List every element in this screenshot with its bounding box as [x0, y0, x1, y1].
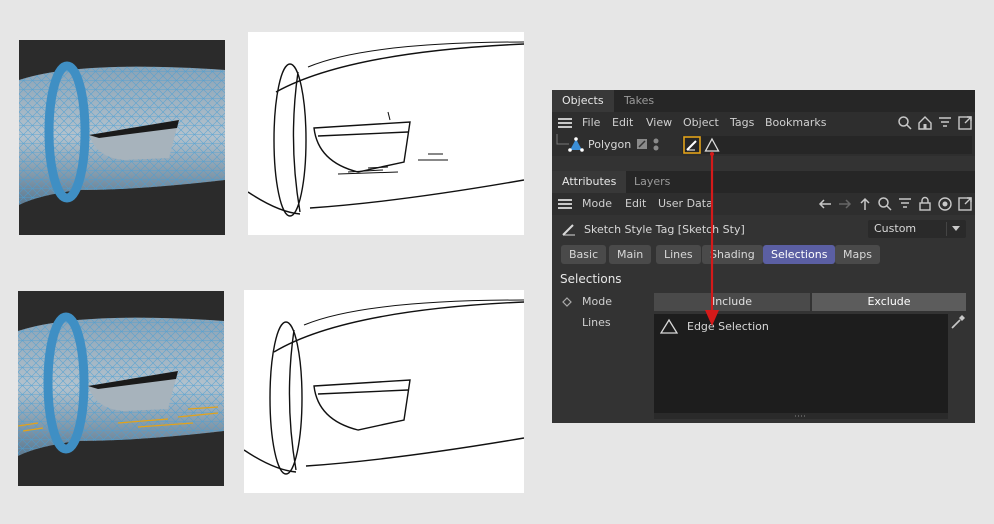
- hamburger-icon[interactable]: [558, 199, 572, 209]
- search-icon[interactable]: [897, 115, 913, 131]
- polygon-object-icon: [568, 137, 584, 152]
- tab-layers[interactable]: Layers: [624, 171, 680, 193]
- menu-object[interactable]: Object: [683, 112, 719, 134]
- menu-view[interactable]: View: [646, 112, 672, 134]
- editor-visibility-icon[interactable]: [636, 138, 648, 150]
- grip-dots-icon: [795, 415, 807, 417]
- sketch-style-tag-icon: [562, 224, 575, 236]
- objects-menu-bar: File Edit View Object Tags Bookmarks: [552, 112, 975, 134]
- tab-lines[interactable]: Lines: [656, 245, 701, 264]
- mode-label: Mode: [582, 295, 612, 308]
- filter-icon[interactable]: [897, 196, 913, 212]
- tab-main[interactable]: Main: [609, 245, 652, 264]
- new-window-icon[interactable]: [957, 196, 973, 212]
- annotation-arrow-icon: [705, 152, 719, 326]
- viewport-render-bottom: [18, 291, 224, 486]
- tab-basic[interactable]: Basic: [561, 245, 607, 264]
- home-icon[interactable]: [917, 115, 933, 131]
- tab-objects[interactable]: Objects: [552, 90, 614, 112]
- new-window-icon[interactable]: [957, 115, 973, 131]
- list-item-label: Edge Selection: [687, 320, 769, 333]
- sketch-render-top: [248, 32, 524, 235]
- tab-attributes[interactable]: Attributes: [552, 171, 627, 193]
- target-icon[interactable]: [937, 196, 953, 212]
- tab-maps[interactable]: Maps: [835, 245, 880, 264]
- visibility-dots-icon[interactable]: [652, 137, 660, 153]
- tag-area: [682, 136, 972, 154]
- section-title: Selections: [560, 272, 622, 286]
- hamburger-icon[interactable]: [558, 118, 572, 128]
- lines-selection-list[interactable]: Edge Selection: [654, 314, 948, 419]
- sketch-style-tag-icon[interactable]: [683, 136, 701, 154]
- back-arrow-icon[interactable]: [817, 196, 833, 212]
- sketch-render-bottom: [244, 290, 524, 493]
- menu-edit[interactable]: Edit: [612, 112, 633, 134]
- filter-icon[interactable]: [937, 115, 953, 131]
- tab-takes[interactable]: Takes: [614, 90, 664, 112]
- attributes-tab-bar: Attributes Layers: [552, 171, 975, 193]
- attributes-menu-bar: Mode Edit User Data: [552, 193, 975, 215]
- forward-arrow-icon[interactable]: [837, 196, 853, 212]
- menu-tags[interactable]: Tags: [730, 112, 754, 134]
- chevron-down-icon: [952, 226, 960, 231]
- mode-toggle: Include Exclude: [654, 293, 966, 311]
- menu-bookmarks[interactable]: Bookmarks: [765, 112, 826, 134]
- eyedropper-icon[interactable]: [950, 314, 966, 330]
- mode-exclude-button[interactable]: Exclude: [812, 293, 966, 311]
- object-name[interactable]: Polygon: [588, 134, 631, 156]
- tab-selections[interactable]: Selections: [763, 245, 836, 264]
- menu-attr-edit[interactable]: Edit: [625, 193, 646, 215]
- objects-tab-bar: Objects Takes: [552, 90, 975, 112]
- lock-icon[interactable]: [917, 196, 933, 212]
- list-item[interactable]: Edge Selection: [660, 318, 860, 336]
- object-row-polygon[interactable]: Polygon: [552, 134, 975, 156]
- resize-handle[interactable]: [654, 413, 948, 419]
- mode-include-button[interactable]: Include: [654, 293, 810, 311]
- lines-label: Lines: [582, 316, 611, 329]
- preset-dropdown[interactable]: Custom: [868, 220, 966, 238]
- search-icon[interactable]: [877, 196, 893, 212]
- dropdown-separator: [946, 222, 947, 236]
- menu-mode[interactable]: Mode: [582, 193, 612, 215]
- up-arrow-icon[interactable]: [857, 196, 873, 212]
- cinema4d-panel: Objects Takes File Edit View Object Tags…: [552, 90, 975, 423]
- menu-file[interactable]: File: [582, 112, 600, 134]
- preset-value: Custom: [874, 222, 917, 235]
- viewport-render-top: [19, 40, 225, 235]
- keyframe-diamond-icon[interactable]: [562, 297, 572, 307]
- triangle-icon: [660, 318, 678, 334]
